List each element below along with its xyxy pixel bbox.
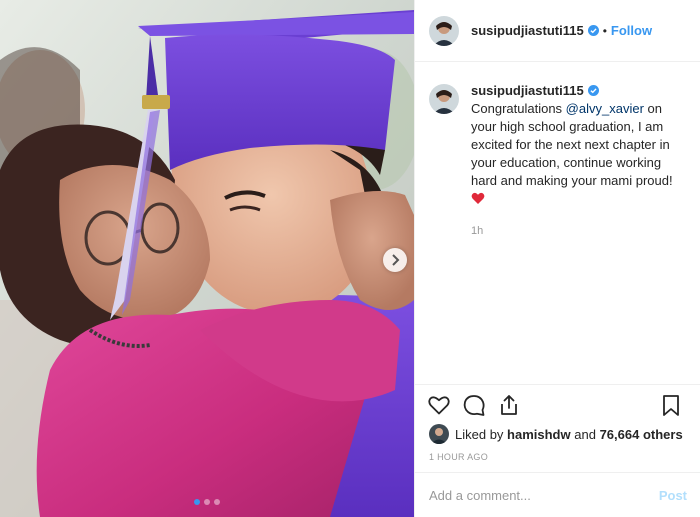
instagram-post: susipudjiastuti115 • Follow susipudjiast… bbox=[0, 0, 700, 517]
red-heart-emoji-icon bbox=[471, 192, 485, 204]
avatar[interactable] bbox=[429, 15, 459, 46]
add-comment-bar: Post bbox=[415, 472, 700, 517]
comment-icon[interactable] bbox=[462, 393, 486, 417]
post-comment-button[interactable]: Post bbox=[659, 488, 687, 503]
header-separator: • bbox=[602, 23, 607, 38]
profile-avatar-image bbox=[429, 15, 459, 46]
post-header: susipudjiastuti115 • Follow bbox=[415, 0, 700, 62]
caption-comment: susipudjiastuti115 Congratulations @alvy… bbox=[429, 82, 687, 240]
carousel-next-button[interactable] bbox=[383, 248, 407, 272]
likes-middle: and bbox=[574, 426, 596, 442]
carousel-dot bbox=[194, 499, 200, 505]
caption-text: susipudjiastuti115 Congratulations @alvy… bbox=[471, 82, 687, 240]
verified-badge-icon bbox=[587, 25, 599, 36]
liker-avatar[interactable] bbox=[429, 424, 449, 444]
follow-button[interactable]: Follow bbox=[611, 23, 652, 38]
carousel-indicator bbox=[0, 499, 414, 505]
bookmark-icon[interactable] bbox=[659, 393, 683, 417]
caption-username[interactable]: susipudjiastuti115 bbox=[471, 83, 584, 98]
caption-mention-link[interactable]: @alvy_xavier bbox=[566, 101, 644, 116]
header-username[interactable]: susipudjiastuti115 bbox=[471, 23, 584, 38]
caption-time[interactable]: 1h bbox=[471, 222, 687, 240]
comment-input[interactable] bbox=[429, 487, 659, 503]
verified-badge-icon bbox=[587, 85, 599, 96]
post-sidebar: susipudjiastuti115 • Follow susipudjiast… bbox=[414, 0, 700, 517]
likes-prefix: Liked by bbox=[455, 426, 504, 442]
chevron-right-icon bbox=[392, 254, 400, 266]
share-icon[interactable] bbox=[497, 393, 521, 417]
post-photo[interactable] bbox=[0, 0, 414, 517]
profile-avatar-image bbox=[429, 84, 459, 114]
caption-text-part: Congratulations bbox=[471, 101, 566, 116]
graduation-photo bbox=[0, 0, 414, 517]
heart-outline-icon[interactable] bbox=[427, 393, 451, 417]
liker-username[interactable]: hamishdw bbox=[507, 427, 571, 442]
post-timestamp[interactable]: 1 HOUR AGO bbox=[429, 452, 488, 462]
avatar[interactable] bbox=[429, 84, 459, 114]
caption-area: susipudjiastuti115 Congratulations @alvy… bbox=[415, 62, 700, 384]
likes-summary: Liked by hamishdw and 76,664 others bbox=[429, 424, 683, 444]
likes-others-link[interactable]: 76,664 others bbox=[600, 427, 683, 442]
carousel-dot bbox=[214, 499, 220, 505]
carousel-dot bbox=[204, 499, 210, 505]
liker-avatar-image bbox=[429, 424, 449, 444]
